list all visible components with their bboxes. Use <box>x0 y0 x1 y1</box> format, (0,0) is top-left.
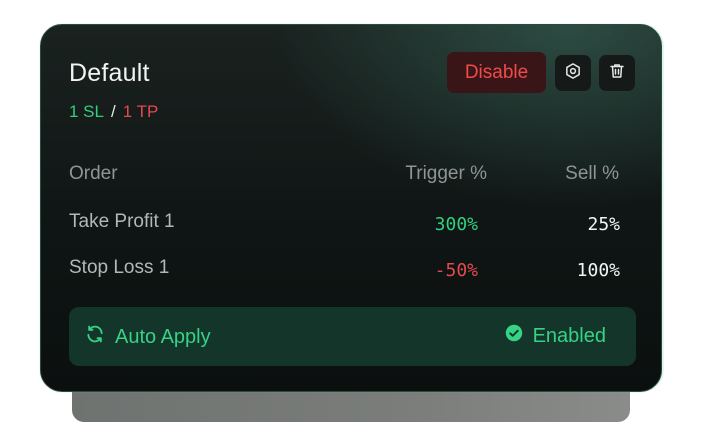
order-name: Stop Loss 1 <box>69 257 170 278</box>
sell-value: 25% <box>587 214 620 235</box>
disable-button[interactable]: Disable <box>447 52 546 93</box>
auto-apply-label: Auto Apply <box>115 325 211 348</box>
tp-sl-profile-card: Default 1 SL / 1 TP Disable Order Trigger … <box>40 24 662 392</box>
status-label: Enabled <box>532 324 606 347</box>
sl-tp-summary: 1 SL / 1 TP <box>69 102 158 122</box>
profile-title: Default <box>69 59 150 87</box>
delete-button[interactable] <box>599 55 635 91</box>
column-header-trigger: Trigger % <box>405 163 487 184</box>
settings-icon <box>564 62 582 85</box>
trigger-value: 300% <box>434 214 478 235</box>
column-header-sell: Sell % <box>565 163 619 184</box>
column-header-order: Order <box>69 163 118 184</box>
sl-tp-separator: / <box>110 102 116 121</box>
sell-value: 100% <box>576 260 620 281</box>
trigger-value: -50% <box>434 260 478 281</box>
auto-apply-bar: Auto Apply Enabled <box>69 307 636 366</box>
refresh-icon <box>85 324 115 350</box>
auto-apply-toggle[interactable]: Auto Apply <box>85 324 211 350</box>
trash-icon <box>608 62 626 85</box>
settings-button[interactable] <box>555 55 591 91</box>
order-name: Take Profit 1 <box>69 211 175 232</box>
check-circle-icon <box>505 324 523 348</box>
tp-count: 1 TP <box>122 102 159 121</box>
auto-apply-status: Enabled <box>505 324 606 348</box>
sl-count: 1 SL <box>69 102 104 121</box>
